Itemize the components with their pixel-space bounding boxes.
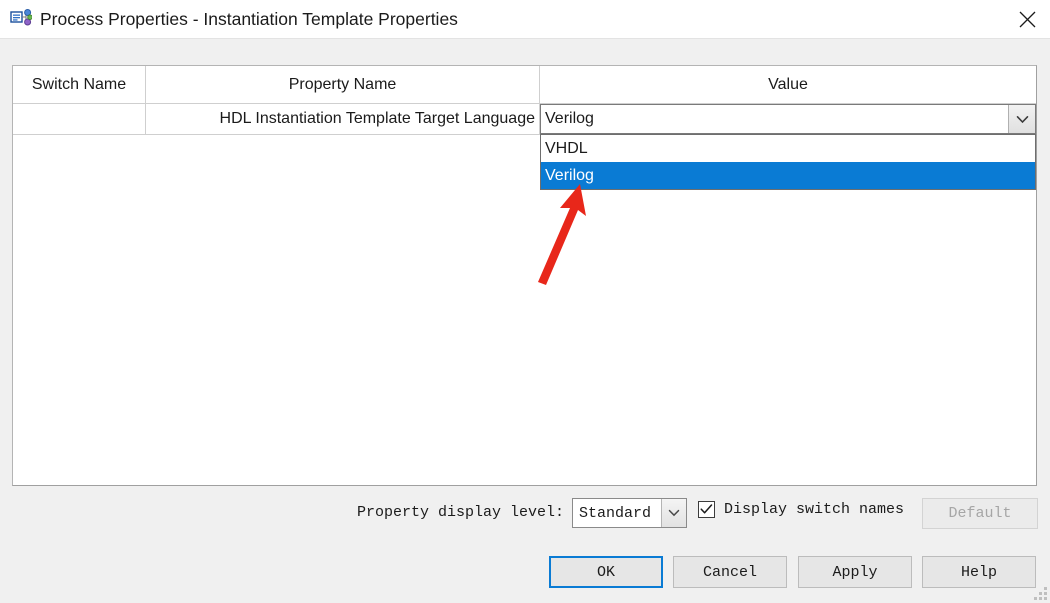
property-display-level-combobox[interactable]: Standard: [572, 498, 687, 528]
properties-table: Switch Name Property Name Value HDL Inst…: [12, 65, 1037, 486]
cell-value: Verilog: [540, 104, 1036, 134]
display-switch-names-label: Display switch names: [724, 501, 904, 518]
title-bar: Process Properties - Instantiation Templ…: [0, 0, 1050, 39]
value-dropdown-list[interactable]: VHDL Verilog: [540, 134, 1036, 190]
dropdown-option-verilog[interactable]: Verilog: [541, 162, 1035, 189]
table-header-row: Switch Name Property Name Value: [13, 66, 1036, 104]
check-icon[interactable]: [698, 501, 715, 518]
close-icon[interactable]: [1004, 0, 1050, 38]
options-row: Property display level: Standard Display…: [0, 498, 1050, 532]
apply-button[interactable]: Apply: [798, 556, 912, 588]
display-switch-names-checkbox[interactable]: Display switch names: [698, 501, 904, 518]
chevron-down-icon[interactable]: [661, 499, 686, 527]
property-display-level-label: Property display level:: [357, 504, 564, 521]
value-combobox-text: Verilog: [541, 110, 1008, 128]
column-header-switch-name[interactable]: Switch Name: [13, 66, 146, 104]
default-button: Default: [922, 498, 1038, 529]
property-display-level-value: Standard: [573, 505, 661, 522]
cancel-button[interactable]: Cancel: [673, 556, 787, 588]
resize-grip-icon[interactable]: [1034, 587, 1047, 600]
column-header-property-name[interactable]: Property Name: [146, 66, 540, 104]
value-combobox[interactable]: Verilog: [540, 104, 1036, 134]
dropdown-option-vhdl[interactable]: VHDL: [541, 135, 1035, 162]
table-row[interactable]: HDL Instantiation Template Target Langua…: [13, 104, 1036, 135]
process-properties-icon: [10, 9, 32, 29]
window-title: Process Properties - Instantiation Templ…: [40, 9, 458, 30]
ok-button[interactable]: OK: [549, 556, 663, 588]
dialog-button-bar: OK Cancel Apply Help: [0, 556, 1050, 589]
column-header-value[interactable]: Value: [540, 66, 1036, 104]
help-button[interactable]: Help: [922, 556, 1036, 588]
cell-switch-name: [13, 104, 146, 134]
cell-property-name: HDL Instantiation Template Target Langua…: [146, 104, 540, 134]
chevron-down-icon[interactable]: [1008, 105, 1035, 133]
